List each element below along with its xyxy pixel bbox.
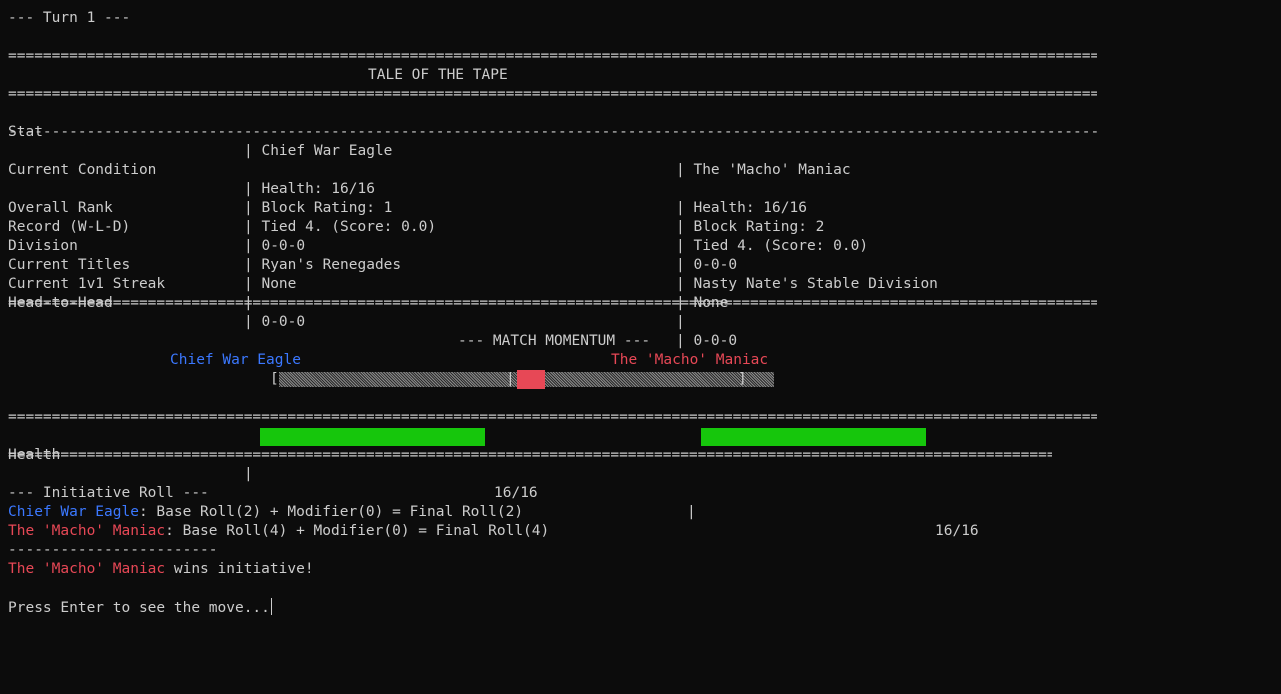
table-row: Current 1v1 Streak | | (8, 276, 694, 330)
divider: ========================================… (8, 295, 1097, 311)
momentum-bracket-right: ] (738, 371, 747, 387)
prompt-text: Press Enter to see the move... (8, 600, 270, 616)
table-row: | Block Rating: 1 | Block Rating: 2 (244, 200, 825, 235)
terminal-window[interactable]: --- Turn 1 --- =========================… (0, 0, 1281, 694)
health-bar-b (701, 428, 926, 446)
divider: ========================================… (8, 86, 1097, 102)
tale-title: TALE OF THE TAPE (368, 67, 508, 83)
divider: ----------------------------------------… (8, 542, 215, 558)
table-row: Head-to-Head | 0-0-0 | 0-0-0 (8, 295, 738, 349)
health-sep-a: | (244, 466, 253, 482)
momentum-center-mark: | (506, 371, 515, 387)
turn-header: --- Turn 1 --- (8, 10, 131, 26)
health-value-b: 16/16 (935, 523, 979, 539)
table-row: Record (W-L-D) | 0-0-0 | 0-0-0 (8, 219, 738, 273)
initiative-title: --- Initiative Roll --- (8, 485, 209, 501)
initiative-result: The 'Macho' Maniac wins initiative! (8, 561, 314, 577)
divider: ========================================… (8, 447, 1052, 463)
health-sep-b: | (687, 504, 696, 520)
momentum-left-name: Chief War Eagle (170, 352, 301, 368)
header-fighter-b: | The 'Macho' Maniac (676, 162, 851, 178)
header-fighter-a: | Chief War Eagle (244, 143, 393, 159)
tale-header-row: Stat | Chief War Eagle | The 'Macho' Man… (8, 104, 851, 178)
table-row: Current Titles | None | None (8, 257, 729, 311)
divider: ========================================… (8, 409, 1097, 425)
table-row: Current Condition | Health: 16/16 | Heal… (8, 162, 807, 216)
text-cursor (270, 598, 272, 615)
health-row: Health | 16/16 | 16/16 (8, 427, 979, 539)
divider: ----------------------------------------… (8, 124, 1097, 140)
momentum-title: --- MATCH MOMENTUM --- (458, 333, 651, 349)
prompt-line[interactable]: Press Enter to see the move... (8, 598, 272, 617)
momentum-indicator (517, 370, 546, 389)
initiative-roll-a: Chief War Eagle: Base Roll(2) + Modifier… (8, 504, 524, 520)
divider: ========================================… (8, 48, 1097, 64)
momentum-bar: [ | ] (270, 370, 774, 389)
momentum-right-name: The 'Macho' Maniac (611, 352, 769, 368)
initiative-name-a: Chief War Eagle (8, 504, 139, 520)
initiative-winner: The 'Macho' Maniac (8, 561, 166, 577)
initiative-name-b: The 'Macho' Maniac (8, 523, 166, 539)
table-row: Overall Rank | Tied 4. (Score: 0.0) | Ti… (8, 200, 869, 254)
health-bar-a (260, 428, 485, 446)
health-value-a: 16/16 (494, 485, 538, 501)
momentum-bracket-left: [ (270, 371, 279, 387)
table-row: Division | Ryan's Renegades | Nasty Nate… (8, 238, 938, 292)
initiative-roll-b: The 'Macho' Maniac: Base Roll(4) + Modif… (8, 523, 550, 539)
